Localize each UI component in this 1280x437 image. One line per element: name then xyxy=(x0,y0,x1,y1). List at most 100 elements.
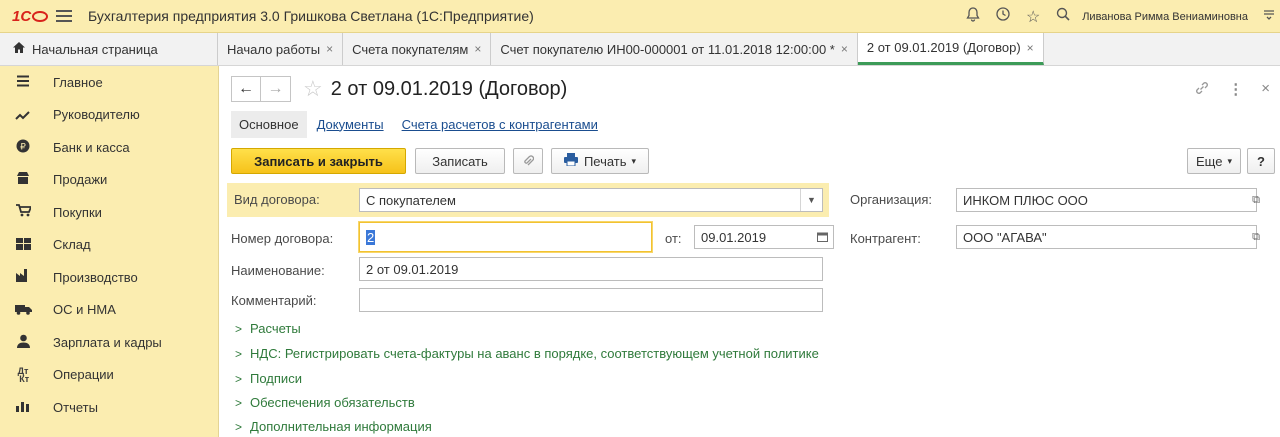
save-and-close-button[interactable]: Записать и закрыть xyxy=(231,148,406,174)
sidebar-item-label: Операции xyxy=(53,367,114,383)
sidebar-item-label: Склад xyxy=(53,237,91,253)
close-icon[interactable]: × xyxy=(841,42,848,56)
tab-contract[interactable]: 2 от 09.01.2019 (Договор) × xyxy=(857,33,1044,65)
cart-icon xyxy=(14,204,32,220)
contract-number-input[interactable]: 2 xyxy=(359,222,652,252)
ruble-coin-icon: ₽ xyxy=(14,139,32,156)
comment-input[interactable] xyxy=(359,288,823,312)
section-guarantees[interactable]: > Обеспечения обязательств xyxy=(235,395,415,410)
open-form-icon[interactable]: ⧉ xyxy=(1245,189,1267,211)
factory-icon xyxy=(14,269,32,285)
sidebar-item-label: Отчеты xyxy=(53,399,98,415)
subtab-main[interactable]: Основное xyxy=(231,110,307,138)
counterparty-field[interactable]: ООО "АГАВА" xyxy=(956,225,1257,249)
warehouse-icon xyxy=(14,237,32,253)
dt-kt-icon: Дт Кт xyxy=(16,365,30,384)
more-label: Еще xyxy=(1196,153,1223,169)
more-vertical-icon[interactable]: ⋮ xyxy=(1228,80,1243,100)
section-settlements[interactable]: > Расчеты xyxy=(235,321,301,336)
sidebar-item-fixed-assets[interactable]: ОС и НМА xyxy=(0,294,218,327)
sidebar-item-management[interactable]: Руководителю xyxy=(0,99,218,132)
name-label: Наименование: xyxy=(231,263,325,278)
tab-label: Счет покупателю ИН00-000001 от 11.01.201… xyxy=(500,41,835,57)
sidebar-item-label: Продажи xyxy=(53,172,108,188)
chevron-right-icon: > xyxy=(235,419,243,434)
more-button[interactable]: Еще ▾ xyxy=(1187,148,1241,174)
person-icon xyxy=(14,334,32,351)
user-name[interactable]: Ливанова Римма Вениаминовна xyxy=(1082,11,1248,23)
sidebar-item-purchases[interactable]: Покупки xyxy=(0,196,218,229)
tab-label: Счета покупателям xyxy=(352,41,469,57)
save-button[interactable]: Записать xyxy=(415,148,505,174)
sidebar-item-sales[interactable]: Продажи xyxy=(0,164,218,197)
section-label: Расчеты xyxy=(250,321,301,336)
history-icon[interactable] xyxy=(988,6,1018,27)
sidebar-item-main[interactable]: Главное xyxy=(0,66,218,99)
sidebar-item-bank[interactable]: ₽ Банк и касса xyxy=(0,131,218,164)
search-icon[interactable] xyxy=(1048,6,1078,27)
sidebar-item-warehouse[interactable]: Склад xyxy=(0,229,218,262)
sidebar-item-label: ОС и НМА xyxy=(53,302,116,318)
close-icon[interactable]: × xyxy=(326,42,333,56)
organization-field[interactable]: ИНКОМ ПЛЮС ООО xyxy=(956,188,1257,212)
date-from-label: от: xyxy=(665,231,682,246)
chevron-right-icon: > xyxy=(235,395,243,410)
main-menu-icon[interactable] xyxy=(56,10,72,22)
print-button[interactable]: Печать ▾ xyxy=(551,148,649,174)
sidebar-item-reports[interactable]: Отчеты xyxy=(0,391,218,424)
favorite-star-icon[interactable]: ☆ xyxy=(303,76,323,102)
dropdown-arrow-icon[interactable]: ▼ xyxy=(800,189,822,211)
truck-icon xyxy=(14,302,32,318)
chevron-down-icon: ▾ xyxy=(631,155,637,166)
subtab-documents[interactable]: Документы xyxy=(317,117,384,132)
close-icon[interactable]: × xyxy=(1027,41,1034,55)
bell-icon[interactable] xyxy=(958,6,988,27)
tab-invoices[interactable]: Счета покупателям × xyxy=(343,33,492,65)
link-icon[interactable] xyxy=(1194,80,1210,100)
close-icon[interactable]: × xyxy=(1261,80,1270,100)
tab-label: Начало работы xyxy=(227,41,321,57)
sidebar-item-production[interactable]: Производство xyxy=(0,261,218,294)
back-button[interactable]: ← xyxy=(231,76,261,102)
subtab-accounts[interactable]: Счета расчетов с контрагентами xyxy=(402,117,598,132)
page-title: 2 от 09.01.2019 (Договор) xyxy=(330,77,568,100)
organization-value: ИНКОМ ПЛЮС ООО xyxy=(963,192,1088,208)
comment-label: Комментарий: xyxy=(231,293,317,308)
close-icon[interactable]: × xyxy=(474,42,481,56)
contract-number-value: 2 xyxy=(366,229,376,245)
section-vat[interactable]: > НДС: Регистрировать счета-фактуры на а… xyxy=(235,346,819,361)
bar-chart-icon xyxy=(14,399,32,415)
name-input[interactable]: 2 от 09.01.2019 xyxy=(359,257,823,281)
tab-start[interactable]: Начало работы × xyxy=(218,33,344,65)
app-title: Бухгалтерия предприятия 3.0 Гришкова Све… xyxy=(88,8,534,24)
organization-label: Организация: xyxy=(850,192,933,207)
contract-number-label: Номер договора: xyxy=(231,231,334,246)
forward-button[interactable]: → xyxy=(261,76,291,102)
section-additional[interactable]: > Дополнительная информация xyxy=(235,419,432,434)
1c-logo[interactable]: 1С xyxy=(12,7,48,25)
tab-invoice-doc[interactable]: Счет покупателю ИН00-000001 от 11.01.201… xyxy=(491,33,858,65)
document-form: ← → ☆ 2 от 09.01.2019 (Договор) ⋮ × Осно… xyxy=(219,66,1280,437)
help-button[interactable]: ? xyxy=(1247,148,1275,174)
favorites-star-icon[interactable]: ☆ xyxy=(1018,7,1048,27)
sidebar-item-label: Производство xyxy=(53,269,138,285)
svg-text:₽: ₽ xyxy=(20,142,26,152)
attach-icon[interactable] xyxy=(513,148,543,174)
calendar-icon[interactable] xyxy=(811,226,833,248)
section-signatures[interactable]: > Подписи xyxy=(235,371,302,386)
sidebar-item-salary[interactable]: Зарплата и кадры xyxy=(0,326,218,359)
sidebar-item-label: Банк и касса xyxy=(53,139,130,155)
menu-lines-icon xyxy=(14,74,32,90)
counterparty-label: Контрагент: xyxy=(850,231,921,246)
sidebar-item-operations[interactable]: Дт Кт Операции xyxy=(0,359,218,392)
contract-type-label: Вид договора: xyxy=(234,192,320,207)
contract-date-input[interactable]: 09.01.2019 xyxy=(694,225,834,249)
name-value: 2 от 09.01.2019 xyxy=(366,261,459,277)
sidebar-item-label: Руководителю xyxy=(53,107,140,123)
open-form-icon[interactable]: ⧉ xyxy=(1245,226,1267,248)
chevron-right-icon: > xyxy=(235,321,243,336)
contract-type-select[interactable]: С покупателем ▼ xyxy=(359,188,823,212)
tab-home[interactable]: Начальная страница xyxy=(0,33,218,65)
settings-menu-icon[interactable] xyxy=(1258,7,1280,26)
section-label: НДС: Регистрировать счета-фактуры на ава… xyxy=(250,346,819,361)
